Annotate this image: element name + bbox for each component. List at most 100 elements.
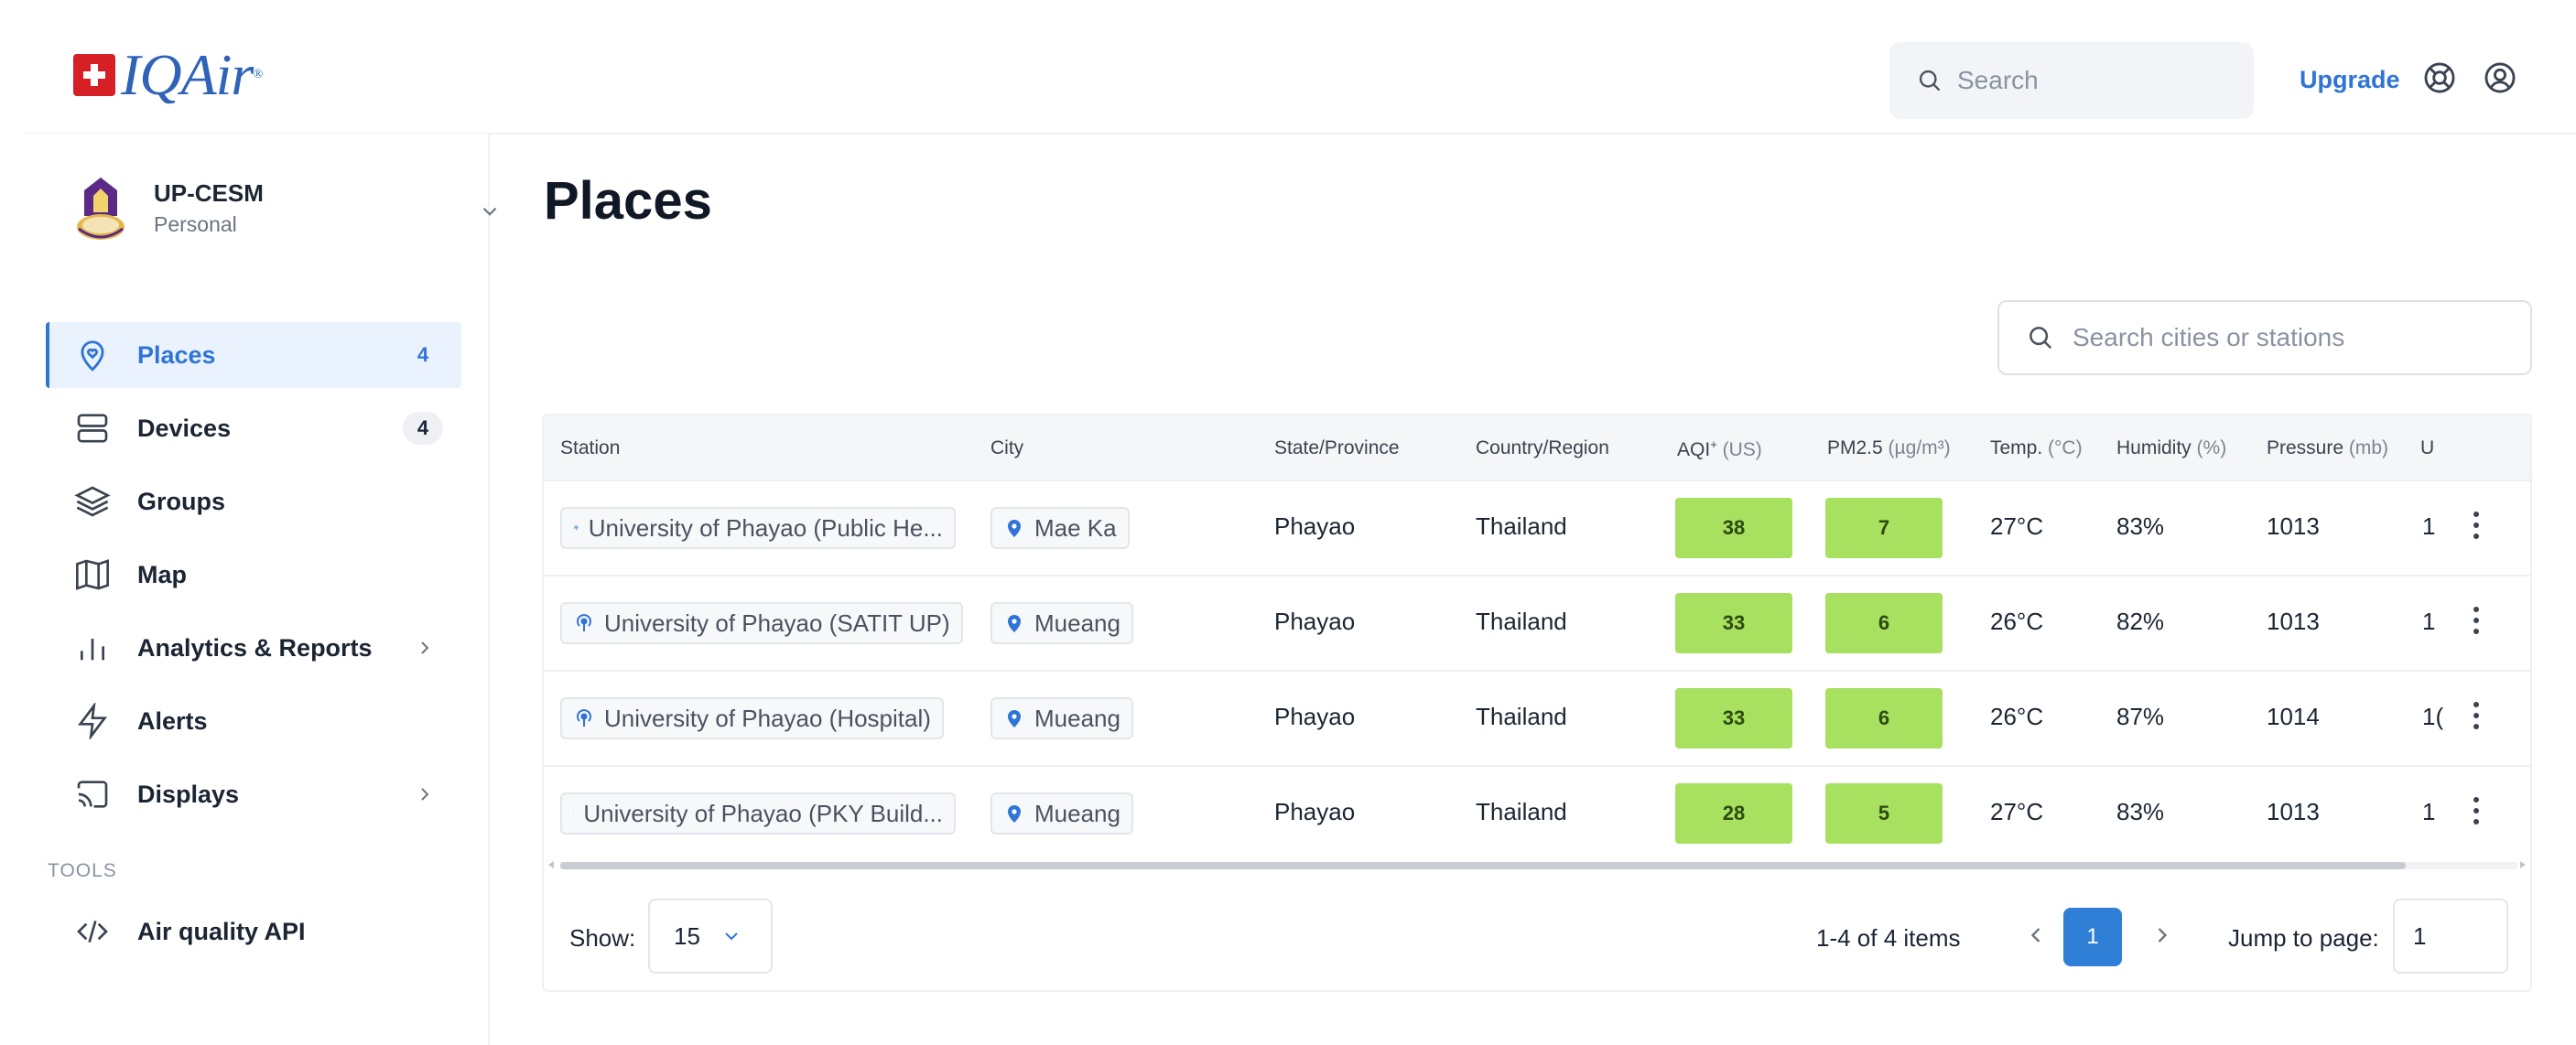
sidebar-item-air-quality-api[interactable]: Air quality API [46,899,461,964]
column-header-city[interactable]: City [990,437,1023,459]
logo-text: IQAir® [121,42,263,107]
more-vertical-icon[interactable] [2470,604,2483,637]
sidebar-item-alerts[interactable]: Alerts [46,688,461,754]
user-circle-icon[interactable] [2483,60,2517,95]
page-title: Places [544,171,712,231]
sidebar-item-label: Map [137,560,187,588]
swiss-cross-icon [73,54,115,96]
more-vertical-icon[interactable] [2470,509,2483,542]
aqi-badge: 38 [1675,498,1792,558]
temp-cell: 26°C [1990,608,2044,635]
global-search-input[interactable]: Search [1889,42,2254,119]
chevron-right-icon [414,783,436,805]
server-icon [73,409,112,447]
city-chip[interactable]: Mae Ka [990,507,1130,549]
location-pin-icon [1008,710,1021,727]
pm25-badge: 6 [1825,688,1943,749]
truncated-cell: 1 [2422,512,2436,540]
scroll-right-icon[interactable] [2517,859,2528,870]
chevron-right-icon[interactable] [2149,922,2175,948]
table-row[interactable]: University of Phayao (PKY Build... Muean… [544,767,2530,862]
page-size-value: 15 [674,921,700,950]
column-header-pm25[interactable]: PM2.5 (µg/m³) [1827,437,1951,459]
table-row[interactable]: University of Phayao (Public He... Mae K… [544,481,2530,576]
column-header-pressure[interactable]: Pressure (mb) [2267,437,2388,459]
page-size-select[interactable]: 15 [648,899,773,974]
more-vertical-icon[interactable] [2470,699,2483,732]
pressure-cell: 1013 [2267,798,2320,825]
global-search-placeholder: Search [1957,66,2039,94]
scroll-left-icon[interactable] [546,859,557,870]
column-header-truncated[interactable]: U [2420,437,2434,459]
column-header-station[interactable]: Station [560,437,620,459]
scrollbar-thumb[interactable] [560,862,2406,869]
chevron-down-icon[interactable] [478,199,502,223]
upgrade-link[interactable]: Upgrade [2300,66,2400,94]
station-chip[interactable]: University of Phayao (PKY Build... [560,792,956,835]
column-header-country[interactable]: Country/Region [1476,437,1609,459]
country-cell: Thailand [1476,703,1567,730]
sidebar-item-label: Places [137,340,216,369]
station-chip[interactable]: University of Phayao (SATIT UP) [560,602,963,644]
location-pin-icon [1008,520,1021,537]
sidebar-item-groups[interactable]: Groups [46,469,461,534]
station-chip[interactable]: University of Phayao (Public He... [560,507,956,549]
humidity-cell: 87% [2116,703,2165,730]
jump-to-page-input[interactable]: 1 [2393,899,2508,974]
more-vertical-icon[interactable] [2470,794,2483,827]
lifebuoy-icon[interactable] [2422,60,2457,95]
truncated-cell: 1 [2422,608,2436,635]
bar-chart-icon [73,629,112,667]
sidebar-item-analytics[interactable]: Analytics & Reports [46,615,461,681]
table-row[interactable]: University of Phayao (Hospital) Mueang P… [544,672,2530,767]
aqi-badge: 28 [1675,783,1792,844]
top-header: IQAir® Search Upgrade [0,0,2576,134]
station-signal-icon [577,614,591,631]
pagination-range: 1-4 of 4 items [1816,924,1961,952]
station-chip[interactable]: University of Phayao (Hospital) [560,697,944,739]
cast-icon [73,775,112,813]
location-heart-icon [73,336,112,374]
places-search-input[interactable]: Search cities or stations [1997,300,2532,375]
sidebar-item-displays[interactable]: Displays [46,761,461,827]
sidebar-item-places[interactable]: Places 4 [46,322,461,388]
sidebar-item-label: Analytics & Reports [137,633,373,662]
city-chip[interactable]: Mueang [990,697,1133,739]
pm25-badge: 7 [1825,498,1943,558]
city-chip[interactable]: Mueang [990,602,1133,644]
pressure-cell: 1013 [2267,512,2320,540]
page-button-current[interactable]: 1 [2063,908,2122,966]
iqair-logo[interactable]: IQAir® [73,42,263,107]
humidity-cell: 83% [2116,798,2165,825]
sidebar-item-map[interactable]: Map [46,542,461,608]
location-pin-icon [1008,615,1021,632]
humidity-cell: 82% [2116,608,2165,635]
country-cell: Thailand [1476,512,1567,540]
column-header-aqi[interactable]: AQI+ (US) [1677,437,1762,461]
pressure-cell: 1013 [2267,608,2320,635]
sidebar-item-devices[interactable]: Devices 4 [46,395,461,461]
station-signal-icon [574,525,579,531]
country-cell: Thailand [1476,608,1567,635]
station-signal-icon [577,709,591,727]
layers-icon [73,482,112,521]
temp-cell: 27°C [1990,512,2044,540]
chevron-left-icon[interactable] [2023,922,2049,948]
temp-cell: 26°C [1990,703,2044,730]
tools-section-label: TOOLS [48,860,117,881]
location-pin-icon [1008,805,1021,823]
humidity-cell: 83% [2116,512,2165,540]
api-nav-row[interactable]: Air quality API [46,899,461,964]
places-table: Station City State/Province Country/Regi… [542,414,2532,992]
column-header-humidity[interactable]: Humidity (%) [2116,437,2226,459]
city-chip[interactable]: Mueang [990,792,1133,835]
organization-switcher[interactable]: UP-CESM Personal [73,174,497,247]
column-header-state[interactable]: State/Province [1274,437,1400,459]
map-icon [73,555,112,594]
jump-to-page-label: Jump to page: [2228,924,2379,952]
organization-logo [73,176,128,245]
column-header-temp[interactable]: Temp. (°C) [1990,437,2083,459]
aqi-badge: 33 [1675,688,1792,749]
horizontal-scrollbar[interactable] [544,856,2530,873]
table-row[interactable]: University of Phayao (SATIT UP) Mueang P… [544,576,2530,672]
